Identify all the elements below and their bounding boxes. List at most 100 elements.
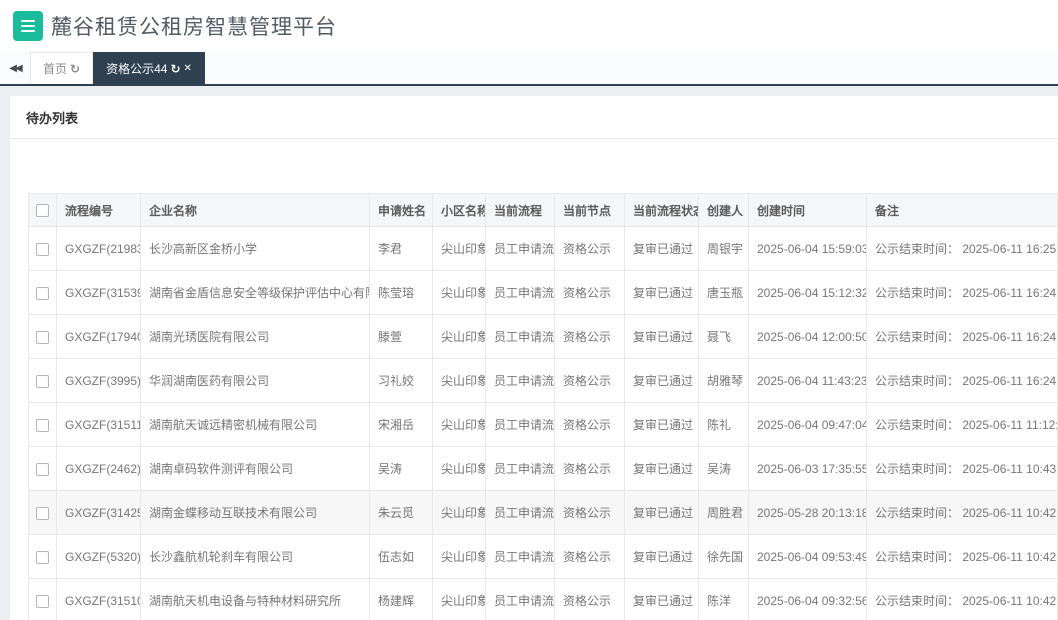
cell-creator: 唐玉瓶	[698, 270, 749, 315]
hamburger-icon	[21, 17, 35, 35]
cell-community-name: 尖山印象	[432, 226, 486, 271]
cell-remark: 公示结束时间： 2025-06-11 16:24:14	[866, 358, 1058, 403]
cell-company-name: 长沙高新区金桥小学	[140, 226, 370, 271]
cell-current-node: 资格公示	[554, 270, 625, 315]
row-checkbox[interactable]	[36, 550, 49, 564]
cell-community-name: 尖山印象	[432, 490, 486, 535]
table-row[interactable]: GXGZF(21983) 长沙高新区金桥小学 李君 尖山印象 员工申请流程 资格…	[28, 226, 1058, 271]
cell-applicant-name: 伍志如	[369, 534, 433, 579]
cell-current-node: 资格公示	[554, 534, 625, 579]
cell-current-node: 资格公示	[554, 358, 625, 403]
table-row[interactable]: GXGZF(17940) 湖南光琇医院有限公司 滕萱 尖山印象 员工申请流程 资…	[28, 314, 1058, 359]
page-background: 待办列表 流程编号 企业名称 申请姓名 小区名称 当前流程 当前节点 当前流程状…	[0, 86, 1058, 620]
column-header: 备注	[866, 193, 1058, 227]
cell-process-id: GXGZF(31425)	[56, 490, 141, 535]
cell-current-process: 员工申请流程	[485, 314, 555, 359]
double-chevron-left-icon: ◀◀	[9, 62, 22, 74]
cell-process-id: GXGZF(21983)	[56, 226, 141, 271]
cell-creator: 徐先国	[698, 534, 749, 579]
cell-current-node: 资格公示	[554, 490, 625, 535]
row-checkbox[interactable]	[36, 506, 49, 520]
table-row[interactable]: GXGZF(31510) 湖南航天机电设备与特种材料研究所 杨建辉 尖山印象 员…	[28, 578, 1058, 620]
column-header: 当前流程	[485, 193, 555, 227]
row-checkbox[interactable]	[36, 330, 49, 344]
refresh-icon[interactable]: ↻	[170, 62, 180, 76]
cell-current-node: 资格公示	[554, 446, 625, 491]
row-checkbox[interactable]	[36, 418, 49, 432]
cell-applicant-name: 习礼姣	[369, 358, 433, 403]
cell-remark: 公示结束时间： 2025-06-11 10:42:41	[866, 578, 1058, 620]
cell-created-time: 2025-06-04 12:00:50	[748, 314, 867, 359]
column-header: 小区名称	[432, 193, 486, 227]
column-header: 企业名称	[140, 193, 370, 227]
cell-remark: 公示结束时间： 2025-06-11 10:42:49	[866, 534, 1058, 579]
cell-creator: 陈洋	[698, 578, 749, 620]
cell-process-status: 复审已通过	[624, 226, 699, 271]
cell-created-time: 2025-06-04 09:47:04	[748, 402, 867, 447]
column-header: 申请姓名	[369, 193, 433, 227]
cell-created-time: 2025-06-04 15:12:32	[748, 270, 867, 315]
cell-company-name: 华润湖南医药有限公司	[140, 358, 370, 403]
cell-current-node: 资格公示	[554, 402, 625, 447]
cell-current-node: 资格公示	[554, 226, 625, 271]
column-header: 创建时间	[748, 193, 867, 227]
cell-process-id: GXGZF(31511)	[56, 402, 141, 447]
select-all-checkbox[interactable]	[36, 204, 49, 218]
table-row[interactable]: GXGZF(2462) 湖南卓码软件测评有限公司 吴涛 尖山印象 员工申请流程 …	[28, 446, 1058, 491]
cell-community-name: 尖山印象	[432, 358, 486, 403]
cell-created-time: 2025-06-04 09:53:49	[748, 534, 867, 579]
refresh-icon[interactable]: ↻	[70, 62, 80, 76]
tab-home[interactable]: 首页 ↻	[30, 52, 94, 84]
cell-process-status: 复审已通过	[624, 534, 699, 579]
table-body: GXGZF(21983) 长沙高新区金桥小学 李君 尖山印象 员工申请流程 资格…	[28, 226, 1058, 620]
cell-remark: 公示结束时间： 2025-06-11 16:25:10	[866, 226, 1058, 271]
cell-current-node: 资格公示	[554, 578, 625, 620]
row-checkbox[interactable]	[36, 242, 49, 256]
table-row[interactable]: GXGZF(31425) 湖南金蝶移动互联技术有限公司 朱云觅 尖山印象 员工申…	[28, 490, 1058, 535]
cell-current-process: 员工申请流程	[485, 534, 555, 579]
cell-process-status: 复审已通过	[624, 314, 699, 359]
collapse-tabs-button[interactable]: ◀◀	[0, 52, 30, 84]
table-row[interactable]: GXGZF(3995) 华润湖南医药有限公司 习礼姣 尖山印象 员工申请流程 资…	[28, 358, 1058, 403]
cell-community-name: 尖山印象	[432, 402, 486, 447]
cell-process-id: GXGZF(5320)	[56, 534, 141, 579]
app-title: 麓谷租赁公租房智慧管理平台	[51, 16, 337, 39]
cell-applicant-name: 李君	[369, 226, 433, 271]
cell-company-name: 湖南航天诚远精密机械有限公司	[140, 402, 370, 447]
cell-company-name: 湖南金蝶移动互联技术有限公司	[140, 490, 370, 535]
cell-process-id: GXGZF(2462)	[56, 446, 141, 491]
row-checkbox[interactable]	[36, 594, 49, 608]
cell-created-time: 2025-06-04 09:32:56	[748, 578, 867, 620]
tab-qualification-publicity[interactable]: 资格公示44 ↻ ✕	[93, 52, 205, 84]
tab-bar: ◀◀ 首页 ↻ 资格公示44 ↻ ✕	[0, 52, 1058, 86]
cell-process-status: 复审已通过	[624, 358, 699, 403]
cell-company-name: 长沙鑫航机轮刹车有限公司	[140, 534, 370, 579]
cell-applicant-name: 吴涛	[369, 446, 433, 491]
column-header: 创建人	[698, 193, 749, 227]
table-row[interactable]: GXGZF(5320) 长沙鑫航机轮刹车有限公司 伍志如 尖山印象 员工申请流程…	[28, 534, 1058, 579]
row-checkbox[interactable]	[36, 286, 49, 300]
table-row[interactable]: GXGZF(31539) 湖南省金盾信息安全等级保护评估中心有限公司 陈莹瑢 尖…	[28, 270, 1058, 315]
cell-current-node: 资格公示	[554, 314, 625, 359]
cell-remark: 公示结束时间： 2025-06-11 10:42:57	[866, 490, 1058, 535]
cell-current-process: 员工申请流程	[485, 490, 555, 535]
row-checkbox[interactable]	[36, 374, 49, 388]
menu-toggle-button[interactable]	[13, 11, 43, 41]
cell-company-name: 湖南卓码软件测评有限公司	[140, 446, 370, 491]
cell-applicant-name: 朱云觅	[369, 490, 433, 535]
cell-current-process: 员工申请流程	[485, 402, 555, 447]
cell-creator: 聂飞	[698, 314, 749, 359]
cell-creator: 陈礼	[698, 402, 749, 447]
cell-process-id: GXGZF(3995)	[56, 358, 141, 403]
cell-process-id: GXGZF(31539)	[56, 270, 141, 315]
cell-community-name: 尖山印象	[432, 270, 486, 315]
row-checkbox[interactable]	[36, 462, 49, 476]
cell-company-name: 湖南航天机电设备与特种材料研究所	[140, 578, 370, 620]
close-icon[interactable]: ✕	[184, 63, 192, 74]
cell-current-process: 员工申请流程	[485, 446, 555, 491]
table-row[interactable]: GXGZF(31511) 湖南航天诚远精密机械有限公司 宋湘岳 尖山印象 员工申…	[28, 402, 1058, 447]
cell-created-time: 2025-06-03 17:35:55	[748, 446, 867, 491]
cell-creator: 周胜君	[698, 490, 749, 535]
cell-process-id: GXGZF(31510)	[56, 578, 141, 620]
cell-community-name: 尖山印象	[432, 534, 486, 579]
